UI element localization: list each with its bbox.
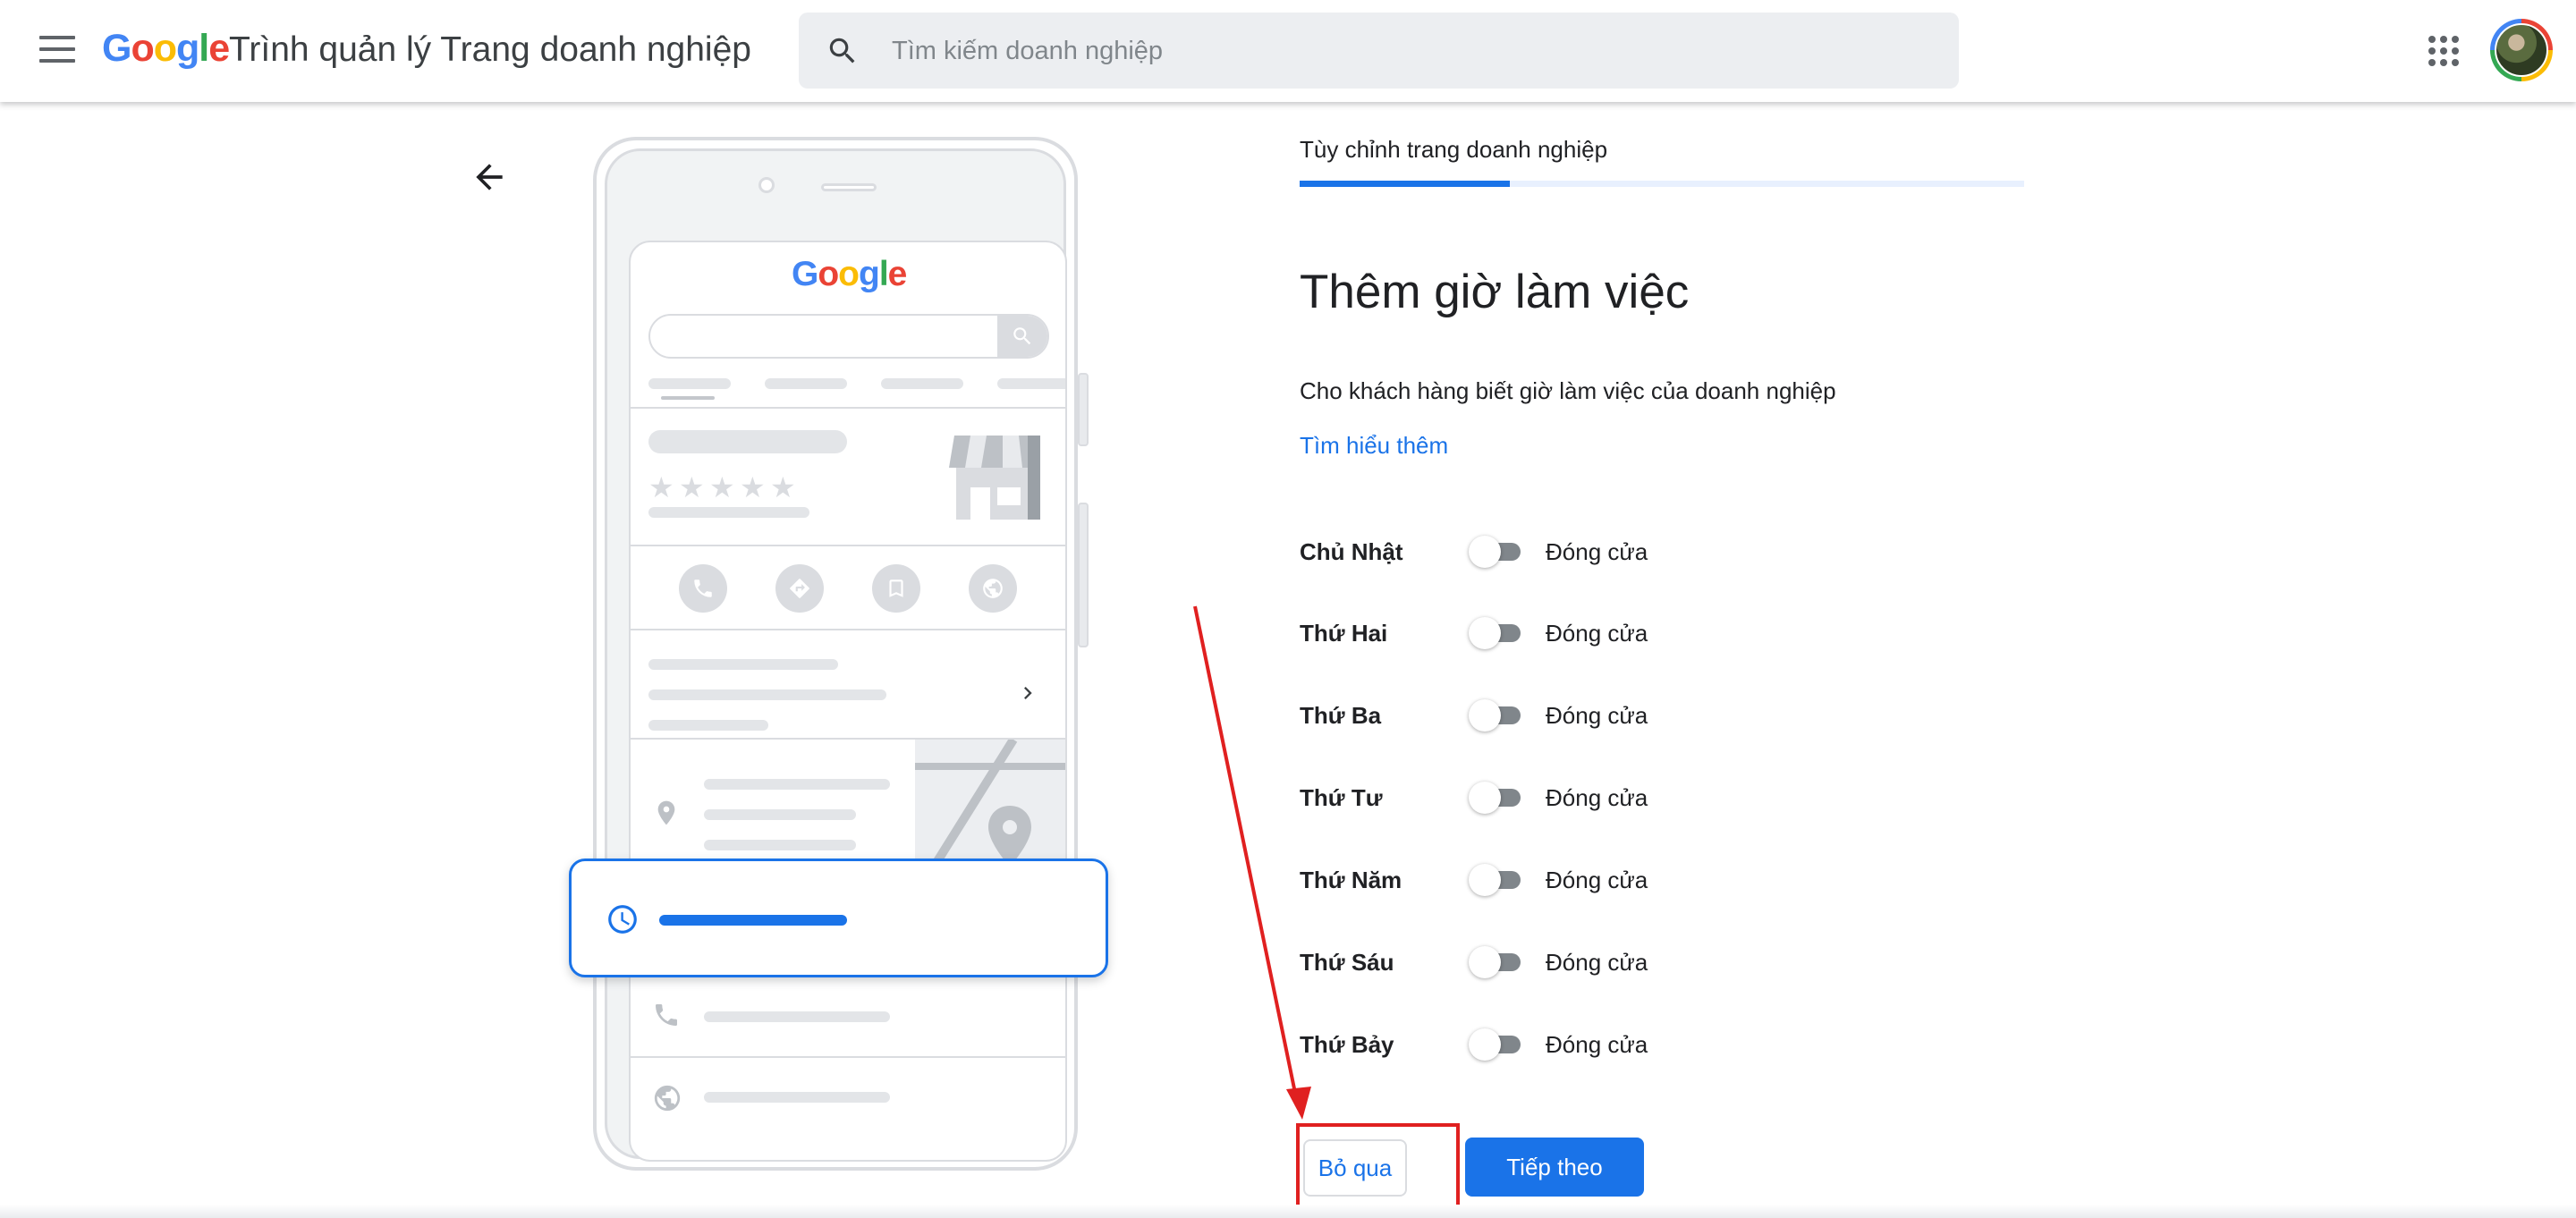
open-toggle[interactable] xyxy=(1469,946,1526,978)
placeholder-line xyxy=(704,1092,890,1103)
top-app-bar: Google Trình quản lý Trang doanh nghiệp xyxy=(0,0,2576,102)
search-input[interactable] xyxy=(890,30,1922,72)
placeholder-line xyxy=(704,1011,890,1022)
open-toggle[interactable] xyxy=(1469,699,1526,732)
day-status: Đóng cửa xyxy=(1546,949,1648,976)
placeholder-tab xyxy=(765,378,847,389)
annotation-highlight-box xyxy=(1296,1123,1460,1214)
phone-side-button xyxy=(1078,503,1089,647)
directions-icon xyxy=(775,564,824,613)
apps-grid-icon[interactable] xyxy=(2428,36,2459,66)
progress-fill xyxy=(1300,181,1510,187)
placeholder-line xyxy=(704,779,890,790)
day-row-wednesday: Thứ Tư Đóng cửa xyxy=(1300,775,1747,820)
star-icon: ★ xyxy=(740,471,766,503)
description-text: Cho khách hàng biết giờ làm việc của doa… xyxy=(1300,377,1836,404)
phone-camera xyxy=(758,177,775,193)
learn-more-link[interactable]: Tìm hiểu thêm xyxy=(1300,432,1448,460)
clock-icon xyxy=(608,905,637,934)
divider xyxy=(631,407,1065,409)
mini-google-logo: Google xyxy=(792,255,907,293)
star-icon: ★ xyxy=(770,471,796,503)
star-icon: ★ xyxy=(709,471,735,503)
search-bar[interactable] xyxy=(799,13,1959,89)
star-icon: ★ xyxy=(679,471,705,503)
google-logo[interactable]: Google xyxy=(102,27,230,71)
placeholder-line xyxy=(648,507,809,518)
day-row-thursday: Thứ Năm Đóng cửa xyxy=(1300,858,1747,902)
day-status: Đóng cửa xyxy=(1546,867,1648,893)
day-row-sunday: Chủ Nhật Đóng cửa xyxy=(1300,529,1747,574)
star-icon: ★ xyxy=(648,471,674,503)
bookmark-icon xyxy=(872,564,920,613)
chevron-right-icon xyxy=(1024,687,1032,699)
day-status: Đóng cửa xyxy=(1546,538,1648,565)
next-button[interactable]: Tiếp theo xyxy=(1465,1138,1644,1197)
placeholder-tab xyxy=(648,378,731,389)
back-arrow-icon[interactable] xyxy=(470,157,509,197)
open-toggle[interactable] xyxy=(1469,617,1526,649)
phone-side-button xyxy=(1078,373,1089,446)
divider xyxy=(631,1056,1065,1058)
phone-illustration: Google ★ ★ ★ ★ ★ xyxy=(593,137,1089,1171)
day-name: Chủ Nhật xyxy=(1300,538,1403,565)
day-row-tuesday: Thứ Ba Đóng cửa xyxy=(1300,693,1747,738)
open-toggle[interactable] xyxy=(1469,864,1526,896)
phone-screen: Google ★ ★ ★ ★ ★ xyxy=(629,241,1067,1162)
menu-icon[interactable] xyxy=(39,36,75,66)
phone-icon xyxy=(656,1004,677,1026)
day-row-saturday: Thứ Bảy Đóng cửa xyxy=(1300,1022,1747,1067)
phone-speaker xyxy=(821,183,877,191)
placeholder-title xyxy=(648,430,847,453)
hours-line xyxy=(659,915,847,926)
day-status: Đóng cửa xyxy=(1546,702,1648,729)
placeholder-line xyxy=(704,840,856,850)
open-toggle[interactable] xyxy=(1469,536,1526,568)
progress-bar xyxy=(1300,181,2024,187)
open-toggle[interactable] xyxy=(1469,782,1526,814)
globe-icon xyxy=(654,1085,681,1112)
day-status: Đóng cửa xyxy=(1546,1031,1648,1058)
day-status: Đóng cửa xyxy=(1546,784,1648,811)
avatar-photo xyxy=(2495,23,2548,77)
placeholder-tab xyxy=(997,378,1065,389)
day-row-friday: Thứ Sáu Đóng cửa xyxy=(1300,940,1747,985)
annotation-arrow xyxy=(1193,605,1311,1120)
placeholder-line xyxy=(704,809,856,820)
step-label: Tùy chỉnh trang doanh nghiệp xyxy=(1300,136,1608,163)
location-pin-icon xyxy=(657,800,675,825)
active-tab-indicator xyxy=(661,396,715,400)
divider xyxy=(631,629,1065,630)
search-icon xyxy=(1013,327,1031,345)
globe-icon xyxy=(969,564,1017,613)
bottom-edge xyxy=(0,1205,2576,1218)
mini-search-bar xyxy=(648,314,1049,359)
placeholder-tab xyxy=(881,378,963,389)
mini-search-button xyxy=(997,316,1047,357)
day-row-monday: Thứ Hai Đóng cửa xyxy=(1300,611,1747,656)
phone-frame: Google ★ ★ ★ ★ ★ xyxy=(605,148,1067,1162)
phone-icon xyxy=(679,564,727,613)
search-icon[interactable] xyxy=(826,34,860,68)
open-toggle[interactable] xyxy=(1469,1028,1526,1061)
action-row xyxy=(631,546,1065,627)
app-title: Trình quản lý Trang doanh nghiệp xyxy=(229,30,751,69)
page-title: Thêm giờ làm việc xyxy=(1300,266,1690,318)
hours-highlight-card xyxy=(569,859,1108,977)
day-status: Đóng cửa xyxy=(1546,620,1648,647)
placeholder-line xyxy=(648,689,886,700)
placeholder-line xyxy=(648,720,768,731)
placeholder-line xyxy=(648,659,838,670)
storefront-icon xyxy=(949,436,1040,520)
account-avatar[interactable] xyxy=(2490,19,2553,81)
